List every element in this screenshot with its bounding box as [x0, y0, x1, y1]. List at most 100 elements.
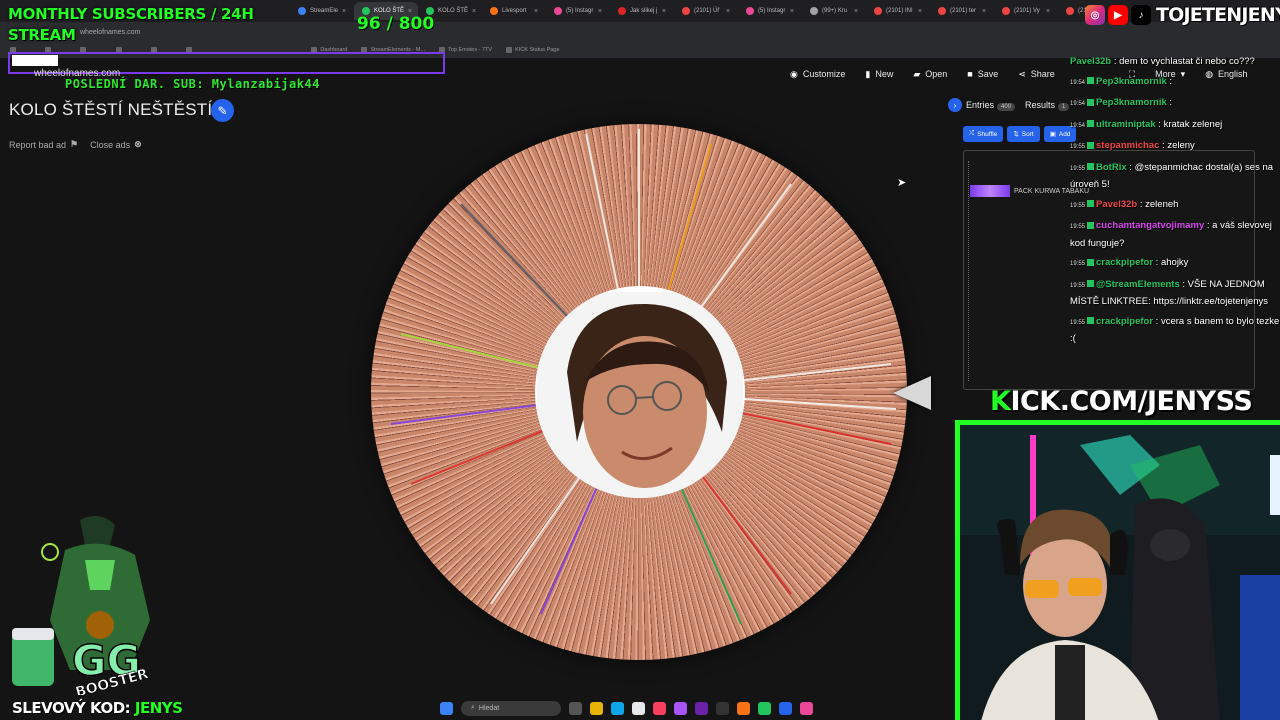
chat-separator: :	[1111, 56, 1120, 67]
chat-username: crackpipefor	[1096, 257, 1154, 268]
close-tab-icon[interactable]: ×	[534, 8, 538, 15]
chat-username: stepanmichac	[1096, 140, 1160, 151]
store-icon[interactable]	[632, 701, 645, 715]
chat-time: 19:55	[1070, 224, 1086, 230]
edit-title-button[interactable]: ✎	[211, 99, 234, 122]
notepad-icon[interactable]	[779, 701, 792, 715]
close-tab-icon[interactable]: ×	[854, 8, 858, 15]
windows-start-icon[interactable]	[440, 701, 453, 715]
entries-divider	[968, 161, 969, 381]
browser-tab[interactable]: Livesport ×	[482, 2, 546, 20]
close-tab-icon[interactable]: ×	[982, 8, 986, 15]
discord-icon[interactable]	[674, 701, 687, 715]
sort-button[interactable]: ⇅ Sort	[1007, 126, 1040, 142]
chat-text: dem to vychlastat či nebo co???	[1119, 56, 1255, 67]
chat-time: 19:55	[1070, 319, 1086, 326]
browser-tab[interactable]: (5) Instagr ×	[546, 2, 610, 20]
task-view-icon[interactable]	[569, 701, 582, 715]
close-tab-icon[interactable]: ×	[472, 8, 476, 15]
chat-username: @StreamElements	[1096, 278, 1180, 290]
tab-label: (2101) INI	[886, 8, 913, 14]
chat-username: Pavel32b	[1070, 56, 1112, 67]
chat-message: 19:54 Pep3knamornik :	[1070, 74, 1280, 92]
chat-text: zeleny	[1167, 140, 1195, 151]
kick-badge-icon	[1087, 221, 1095, 229]
chat-username: Pep3knamornik	[1096, 97, 1167, 108]
new-button[interactable]: ▮ New	[865, 69, 893, 80]
booster-mascot-logo: GG BOOSTER	[12, 516, 150, 695]
browser-tab[interactable]: (2101) Vy ×	[994, 2, 1058, 20]
chevron-right-icon: ›	[953, 100, 957, 110]
chrome-icon[interactable]	[653, 701, 666, 715]
browser-tab[interactable]: (2101) Úř ×	[674, 2, 738, 20]
kick-badge-icon	[1087, 120, 1095, 128]
browser-tab[interactable]: (2101) ter ×	[930, 2, 994, 20]
save-button[interactable]: ■ Save	[967, 69, 998, 79]
close-tab-icon[interactable]: ×	[918, 8, 922, 15]
open-button[interactable]: ▰ Open	[913, 69, 947, 80]
center-photo-face	[537, 292, 743, 498]
taskbar-search[interactable]: ⌕ Hledat	[461, 700, 561, 716]
app-icon[interactable]	[716, 701, 729, 715]
subscriber-count: 96 / 800	[357, 14, 435, 34]
discount-code: SLEVOVÝ KOD: JENYS	[12, 699, 183, 717]
chat-time: 19:55	[1070, 144, 1086, 150]
browser-tab[interactable]: (99+) Kru ×	[802, 2, 866, 20]
ad-controls: Report bad ad ⚑ Close ads ⊗	[9, 139, 142, 150]
bookmark-7tv[interactable]: Top Emotes - 7TV	[439, 47, 492, 53]
channel-handle: TOJETENJENYS	[1156, 4, 1280, 26]
overlay-white-block	[12, 55, 58, 66]
tab-results[interactable]: Results 1	[1025, 100, 1070, 111]
file-explorer-icon[interactable]	[590, 701, 603, 715]
tab-label: (5) Instagr	[758, 8, 786, 14]
kick-badge-icon	[1087, 317, 1095, 325]
firefox-icon[interactable]	[737, 701, 750, 715]
hide-panel-button[interactable]: ›	[948, 98, 962, 112]
browser-tab[interactable]: Jak slikej j ×	[610, 2, 674, 20]
edge-icon[interactable]	[611, 701, 624, 715]
spotify-icon[interactable]	[758, 701, 771, 715]
webcam-feed	[955, 420, 1280, 720]
browser-tab[interactable]: (2101) INI ×	[866, 2, 930, 20]
chat-time: 19:54	[1070, 122, 1086, 129]
close-tab-icon[interactable]: ×	[662, 8, 666, 15]
chat-separator: :	[1179, 278, 1188, 290]
close-ads-link[interactable]: Close ads ⊗	[90, 139, 142, 150]
tab-label: (5) Instagr	[566, 8, 594, 14]
tiktok-icon: ♪	[1131, 5, 1151, 25]
kick-badge-icon	[1087, 77, 1095, 85]
customize-button[interactable]: ◉ Customize	[790, 69, 845, 80]
close-tab-icon[interactable]: ×	[1046, 8, 1050, 15]
chat-message: 19:54 Pep3knamornik :	[1070, 95, 1280, 113]
tab-favicon	[746, 7, 754, 15]
instagram-icon: ◎	[1085, 5, 1105, 25]
wheel-center-image[interactable]	[535, 286, 745, 498]
browser-tab[interactable]: StreamEle ×	[290, 2, 354, 20]
chat-separator: :	[1155, 118, 1164, 130]
obs-icon[interactable]	[695, 701, 708, 715]
bookmark-kick-status[interactable]: KICK Status Page	[506, 47, 559, 53]
palette-icon: ◉	[790, 68, 798, 79]
close-tab-icon[interactable]: ×	[726, 8, 730, 15]
share-button[interactable]: ⋖ Share	[1018, 69, 1055, 80]
entry-actions: ⤮ Shuffle ⇅ Sort ▣ Add	[963, 126, 1077, 142]
browser-tab[interactable]: (5) Instagr ×	[738, 2, 802, 20]
close-tab-icon[interactable]: ×	[790, 8, 794, 15]
chat-username: Pavel32b	[1096, 198, 1138, 210]
tab-entries[interactable]: Entries 400	[966, 100, 1016, 111]
close-tab-icon[interactable]: ×	[342, 8, 346, 15]
tab-favicon	[618, 7, 626, 15]
chat-time: 19:55	[1070, 261, 1086, 267]
close-tab-icon[interactable]: ×	[598, 8, 602, 15]
chat-separator: :	[1166, 75, 1173, 87]
chat-separator: :	[1126, 161, 1135, 173]
search-icon: ⌕	[471, 704, 475, 711]
report-ad-link[interactable]: Report bad ad ⚑	[9, 139, 78, 150]
chat-username: crackpipefor	[1096, 315, 1154, 327]
shuffle-button[interactable]: ⤮ Shuffle	[963, 126, 1004, 142]
chat-username: Pep3knamornik	[1096, 75, 1167, 87]
music-icon[interactable]	[800, 701, 813, 715]
sort-icon: ⇅	[1013, 131, 1019, 138]
tab-favicon	[874, 7, 882, 15]
tab-label: (2101) Úř	[694, 8, 720, 14]
